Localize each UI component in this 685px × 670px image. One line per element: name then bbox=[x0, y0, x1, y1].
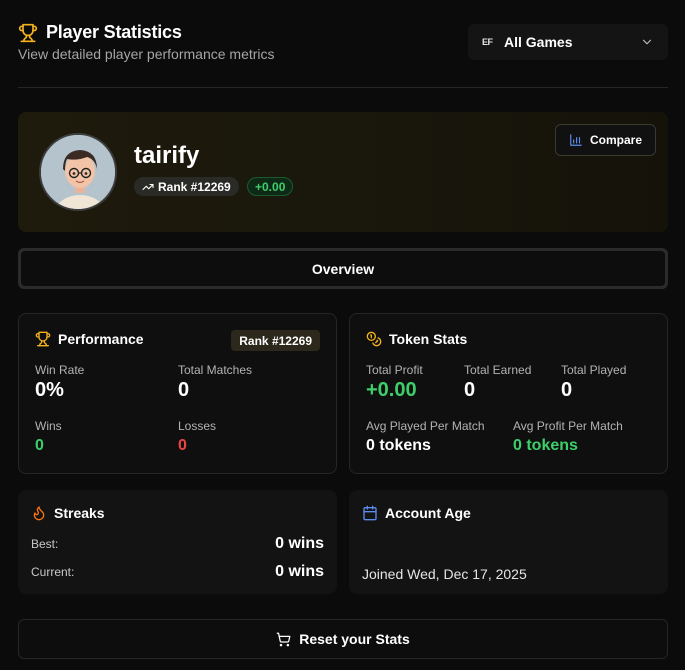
tab-overview[interactable]: Overview bbox=[21, 251, 665, 286]
total-earned-value: 0 bbox=[464, 379, 476, 401]
game-select-dropdown[interactable]: EF All Games bbox=[468, 24, 668, 60]
compare-button-label: Compare bbox=[589, 133, 642, 147]
rank-delta-badge: +0.00 bbox=[247, 177, 294, 196]
losses-stat: Losses 0 bbox=[178, 419, 216, 455]
page-subtitle: View detailed player performance metrics bbox=[18, 46, 275, 62]
shopping-cart-icon bbox=[276, 632, 291, 646]
total-earned-label: Total Earned bbox=[464, 363, 532, 377]
performance-title: Performance bbox=[58, 331, 144, 347]
avatar-image bbox=[41, 135, 115, 209]
game-logo-icon: EF bbox=[482, 37, 493, 47]
total-matches-label: Total Matches bbox=[178, 363, 253, 377]
trophy-icon bbox=[35, 331, 51, 347]
best-streak-value: 0 wins bbox=[275, 535, 324, 552]
win-rate-label: Win Rate bbox=[35, 363, 85, 377]
current-streak-label: Current: bbox=[31, 565, 75, 579]
avg-played-value: 0 tokens bbox=[366, 437, 431, 454]
trending-up-icon bbox=[142, 183, 154, 190]
streaks-card: Streaks Best: 0 wins Current: 0 wins bbox=[18, 490, 337, 594]
performance-card-header: Performance bbox=[35, 331, 144, 347]
streaks-title: Streaks bbox=[54, 505, 105, 521]
current-streak-value: 0 wins bbox=[275, 563, 324, 580]
wins-value: 0 bbox=[35, 437, 44, 454]
username: tairify bbox=[134, 142, 200, 169]
losses-label: Losses bbox=[178, 419, 217, 433]
account-age-header: Account Age bbox=[362, 505, 471, 521]
rank-pill-label: Rank #12269 bbox=[158, 179, 231, 194]
total-played-value: 0 bbox=[561, 379, 573, 401]
coins-icon bbox=[366, 331, 382, 347]
total-played-stat: Total Played 0 bbox=[561, 363, 626, 402]
compare-button[interactable]: Compare bbox=[555, 124, 656, 156]
flame-icon bbox=[33, 506, 45, 521]
reset-stats-label: Reset your Stats bbox=[299, 631, 410, 647]
win-rate-value: 0% bbox=[35, 379, 64, 401]
avg-profit-stat: Avg Profit Per Match 0 tokens bbox=[513, 419, 623, 455]
losses-value: 0 bbox=[178, 437, 187, 454]
total-earned-stat: Total Earned 0 bbox=[464, 363, 531, 402]
tab-bar: Overview bbox=[18, 248, 668, 289]
game-select-value: All Games bbox=[504, 34, 573, 50]
calendar-icon bbox=[363, 505, 377, 521]
rank-badge: Rank #12269 bbox=[231, 330, 320, 351]
total-profit-value: +0.00 bbox=[366, 379, 417, 401]
token-stats-title: Token Stats bbox=[389, 331, 468, 347]
avg-profit-value: 0 tokens bbox=[513, 437, 578, 454]
wins-stat: Wins 0 bbox=[35, 419, 62, 455]
avg-profit-label: Avg Profit Per Match bbox=[513, 419, 623, 433]
total-profit-stat: Total Profit +0.00 bbox=[366, 363, 423, 402]
account-age-title: Account Age bbox=[385, 505, 471, 521]
total-matches-value: 0 bbox=[178, 379, 190, 401]
win-rate-stat: Win Rate 0% bbox=[35, 363, 84, 402]
current-streak-row: Current: 0 wins bbox=[31, 563, 324, 581]
rank-pill: Rank #12269 bbox=[134, 177, 239, 196]
streaks-header: Streaks bbox=[31, 505, 105, 521]
total-profit-label: Total Profit bbox=[366, 363, 423, 377]
avg-played-stat: Avg Played Per Match 0 tokens bbox=[366, 419, 485, 455]
performance-card: Performance Rank #12269 Win Rate 0% Tota… bbox=[18, 313, 337, 474]
avg-played-label: Avg Played Per Match bbox=[366, 419, 485, 433]
trophy-icon bbox=[18, 23, 38, 42]
account-age-card: Account Age Joined Wed, Dec 17, 2025 bbox=[349, 490, 668, 594]
total-played-label: Total Played bbox=[561, 363, 627, 377]
avatar[interactable] bbox=[39, 133, 117, 211]
total-matches-stat: Total Matches 0 bbox=[178, 363, 252, 402]
page-title: Player Statistics bbox=[46, 22, 182, 42]
profile-card: tairify Rank #12269 +0.00 Compare bbox=[18, 112, 668, 232]
joined-date: Joined Wed, Dec 17, 2025 bbox=[362, 566, 527, 582]
chevron-down-icon bbox=[642, 39, 652, 45]
reset-stats-button[interactable]: Reset your Stats bbox=[18, 619, 668, 659]
wins-label: Wins bbox=[35, 419, 62, 433]
header-divider bbox=[18, 87, 668, 88]
bar-chart-icon bbox=[570, 134, 582, 146]
best-streak-row: Best: 0 wins bbox=[31, 535, 324, 553]
token-stats-header: Token Stats bbox=[366, 331, 467, 347]
token-stats-card: Token Stats Total Profit +0.00 Total Ear… bbox=[349, 313, 668, 474]
best-streak-label: Best: bbox=[31, 537, 59, 551]
